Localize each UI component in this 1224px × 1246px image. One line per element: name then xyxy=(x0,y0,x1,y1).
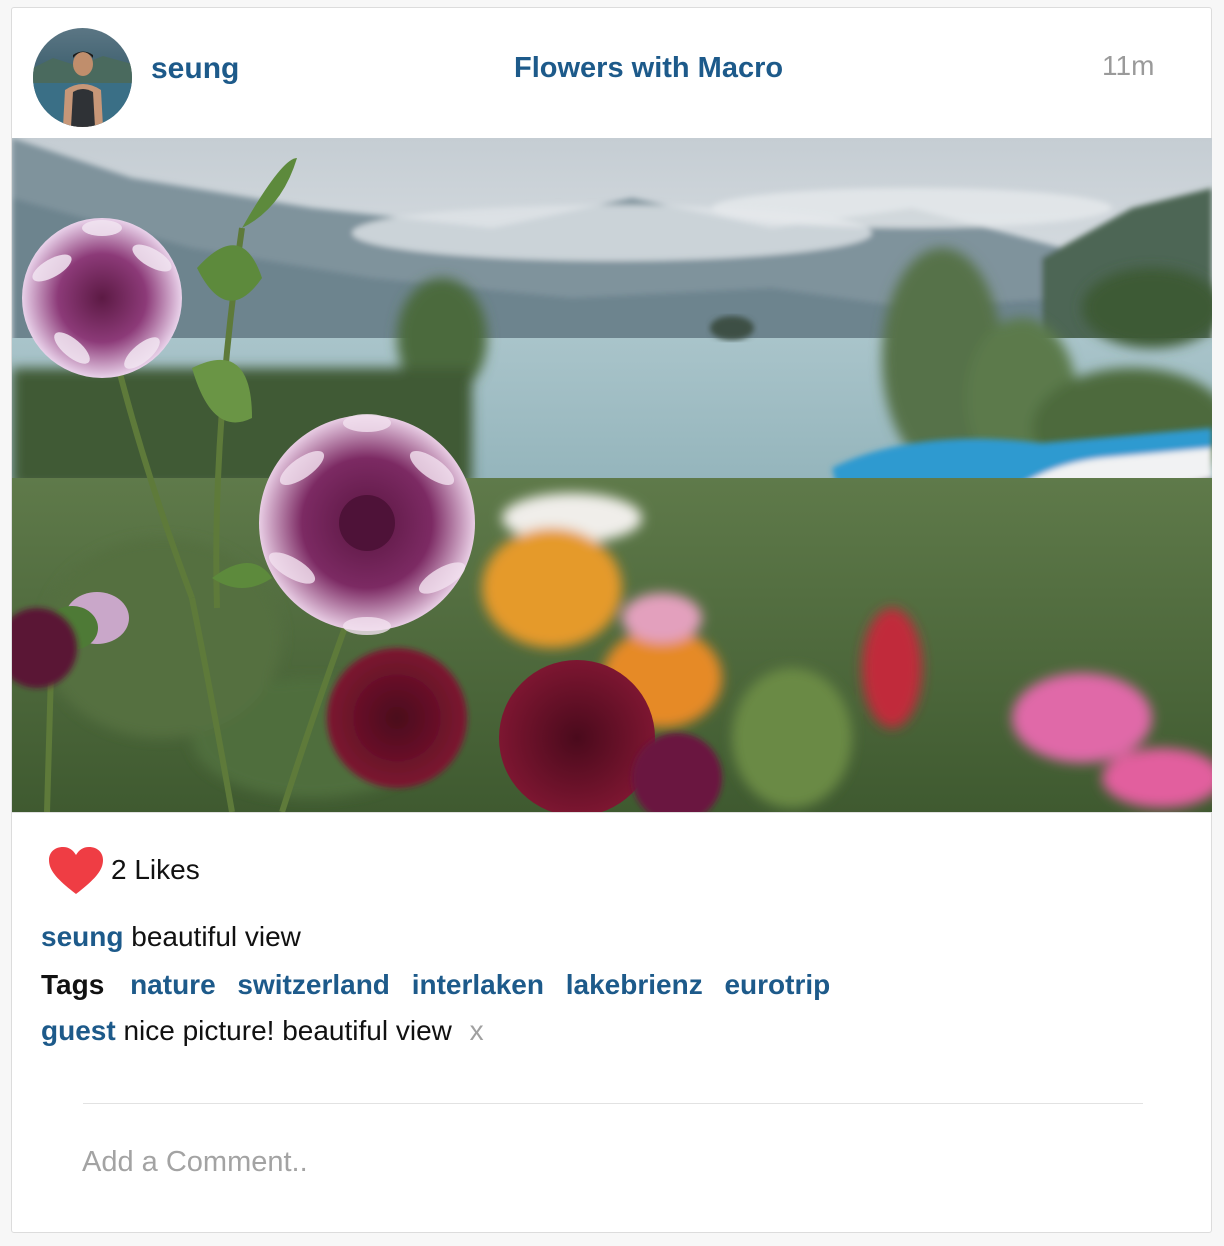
post-title: Flowers with Macro xyxy=(514,52,784,84)
tag-lakebrienz[interactable]: lakebrienz xyxy=(566,969,703,1000)
comment-divider xyxy=(83,1103,1143,1104)
caption-author-link[interactable]: seung xyxy=(41,921,123,952)
post-caption: seung beautiful view xyxy=(41,921,301,953)
likes-count: 2 Likes xyxy=(111,854,200,885)
post-photo[interactable] xyxy=(12,138,1212,813)
flower-garden-lake-image xyxy=(12,138,1212,812)
heart-icon[interactable] xyxy=(48,846,104,896)
tags-label: Tags xyxy=(41,969,105,1000)
post-author-link[interactable]: seung xyxy=(151,52,239,86)
tags-row: Tags nature switzerland interlaken lakeb… xyxy=(41,969,844,1001)
avatar-image xyxy=(33,28,132,127)
post-card: seung Flowers with Macro 11m 2 Likes seu… xyxy=(11,7,1212,1233)
delete-comment-button[interactable]: x xyxy=(470,1015,484,1046)
comment-author-link[interactable]: guest xyxy=(41,1015,116,1046)
add-comment-input[interactable] xyxy=(82,1140,1142,1184)
tag-interlaken[interactable]: interlaken xyxy=(412,969,544,1000)
tag-switzerland[interactable]: switzerland xyxy=(237,969,389,1000)
tag-eurotrip[interactable]: eurotrip xyxy=(724,969,830,1000)
caption-text: beautiful view xyxy=(131,921,301,952)
avatar[interactable] xyxy=(33,28,132,127)
comment-item: guest nice picture! beautiful view x xyxy=(41,1015,484,1047)
comment-text: nice picture! beautiful view xyxy=(123,1015,452,1046)
post-header: seung Flowers with Macro 11m xyxy=(12,8,1211,139)
tag-nature[interactable]: nature xyxy=(130,969,216,1000)
post-timestamp: 11m xyxy=(1102,50,1155,81)
